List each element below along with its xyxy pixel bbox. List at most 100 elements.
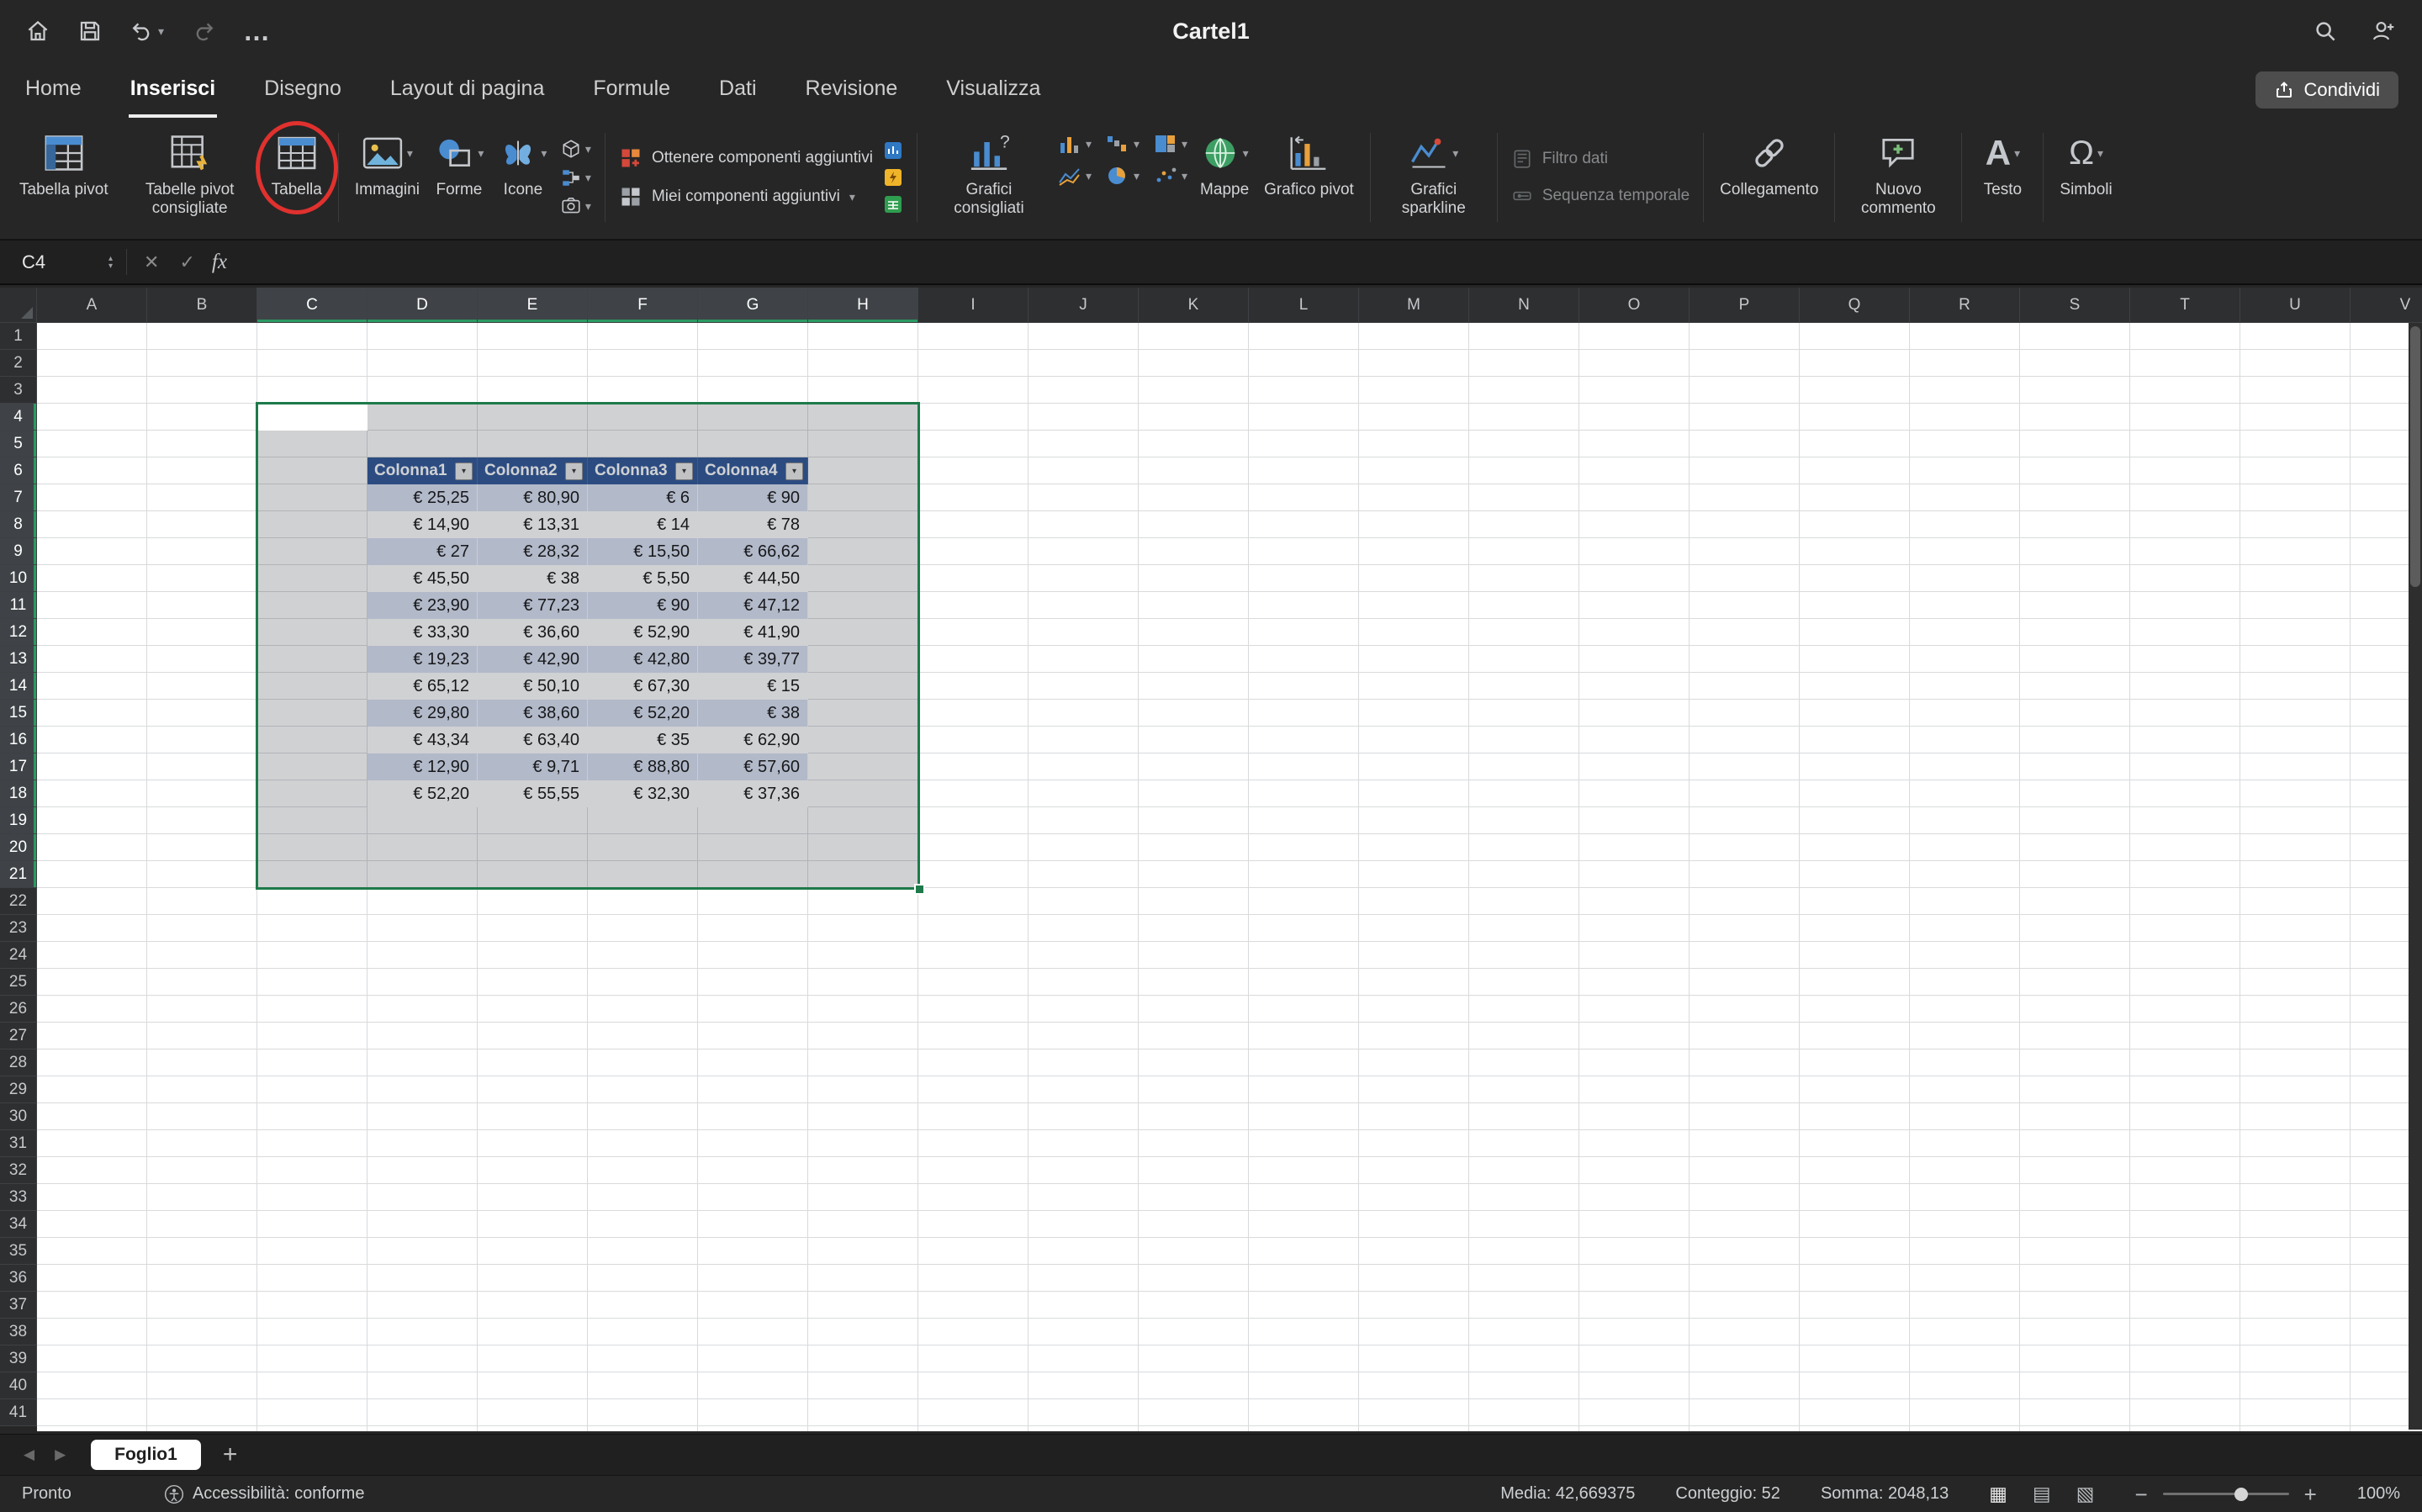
row-header-10[interactable]: 10 xyxy=(0,565,37,592)
sparklines-button[interactable]: ▾ Grafici sparkline xyxy=(1379,123,1489,220)
addin-yellow-icon[interactable] xyxy=(883,167,903,188)
pie-chart-button[interactable]: ▾ xyxy=(1105,165,1140,187)
row-header-24[interactable]: 24 xyxy=(0,942,37,969)
table-cell[interactable]: € 41,90 xyxy=(698,619,808,646)
next-sheet-icon[interactable]: ▶ xyxy=(55,1446,66,1463)
table-cell[interactable]: € 6 xyxy=(588,484,698,511)
row-header-23[interactable]: 23 xyxy=(0,915,37,942)
table-header-colonna1[interactable]: Colonna1▾ xyxy=(368,457,478,484)
scrollbar-thumb[interactable] xyxy=(2410,326,2420,587)
table-cell[interactable]: € 88,80 xyxy=(588,753,698,780)
zoom-slider[interactable] xyxy=(2163,1493,2289,1495)
table-cell[interactable]: € 25,25 xyxy=(368,484,478,511)
column-header-K[interactable]: K xyxy=(1139,288,1249,322)
row-header-20[interactable]: 20 xyxy=(0,834,37,861)
link-button[interactable]: Collegamento xyxy=(1712,123,1826,203)
vertical-scrollbar[interactable] xyxy=(2409,323,2422,1430)
table-cell[interactable]: € 67,30 xyxy=(588,673,698,700)
column-chart-button[interactable]: ▾ xyxy=(1057,133,1092,155)
zoom-percentage[interactable]: 100% xyxy=(2357,1484,2400,1504)
column-header-H[interactable]: H xyxy=(808,288,918,322)
zoom-out-icon[interactable]: − xyxy=(2134,1483,2147,1505)
formula-input[interactable] xyxy=(241,247,2410,278)
table-cell[interactable]: € 9,71 xyxy=(478,753,588,780)
row-header-27[interactable]: 27 xyxy=(0,1023,37,1049)
table-cell[interactable]: € 44,50 xyxy=(698,565,808,592)
smartart-button[interactable]: ▾ xyxy=(560,167,591,188)
column-header-R[interactable]: R xyxy=(1910,288,2020,322)
page-layout-view-icon[interactable]: ▤ xyxy=(2033,1483,2051,1505)
get-addins-button[interactable]: Ottenere componenti aggiuntivi xyxy=(619,146,873,170)
table-cell[interactable]: € 52,20 xyxy=(368,780,478,807)
row-header-8[interactable]: 8 xyxy=(0,511,37,538)
tab-visualizza[interactable]: Visualizza xyxy=(944,62,1042,118)
filter-dropdown-icon[interactable]: ▾ xyxy=(675,463,693,480)
column-header-E[interactable]: E xyxy=(478,288,588,322)
zoom-slider-knob[interactable] xyxy=(2234,1488,2248,1501)
save-icon[interactable] xyxy=(77,19,103,44)
column-header-S[interactable]: S xyxy=(2020,288,2130,322)
screenshot-button[interactable]: ▾ xyxy=(560,195,591,217)
pivot-table-button[interactable]: Tabella pivot xyxy=(12,123,116,203)
row-header-29[interactable]: 29 xyxy=(0,1076,37,1103)
table-cell[interactable]: € 50,10 xyxy=(478,673,588,700)
recommended-charts-button[interactable]: ? Grafici consigliati xyxy=(926,123,1052,220)
row-header-6[interactable]: 6 xyxy=(0,457,37,484)
row-header-36[interactable]: 36 xyxy=(0,1265,37,1292)
name-box[interactable]: C4 ▴▾ xyxy=(12,241,119,283)
table-cell[interactable]: € 15,50 xyxy=(588,538,698,565)
row-header-13[interactable]: 13 xyxy=(0,646,37,673)
home-icon[interactable] xyxy=(25,19,50,44)
column-header-M[interactable]: M xyxy=(1359,288,1469,322)
row-header-18[interactable]: 18 xyxy=(0,780,37,807)
table-cell[interactable]: € 35 xyxy=(588,727,698,753)
table-cell[interactable]: € 38 xyxy=(698,700,808,727)
table-header-colonna2[interactable]: Colonna2▾ xyxy=(478,457,588,484)
table-cell[interactable]: € 29,80 xyxy=(368,700,478,727)
column-header-G[interactable]: G xyxy=(698,288,808,322)
column-header-I[interactable]: I xyxy=(918,288,1029,322)
active-cell-C4[interactable] xyxy=(257,404,368,431)
row-header-17[interactable]: 17 xyxy=(0,753,37,780)
select-all-corner[interactable] xyxy=(0,288,37,323)
accessibility-status[interactable]: Accessibilità: conforme xyxy=(164,1484,365,1504)
row-header-16[interactable]: 16 xyxy=(0,727,37,753)
column-header-J[interactable]: J xyxy=(1029,288,1139,322)
table-cell[interactable]: € 43,34 xyxy=(368,727,478,753)
column-header-F[interactable]: F xyxy=(588,288,698,322)
row-header-32[interactable]: 32 xyxy=(0,1157,37,1184)
text-button[interactable]: A ▾ Testo xyxy=(1970,123,2034,203)
table-cell[interactable]: € 14 xyxy=(588,511,698,538)
row-header-3[interactable]: 3 xyxy=(0,377,37,404)
table-cell[interactable]: € 77,23 xyxy=(478,592,588,619)
row-header-2[interactable]: 2 xyxy=(0,350,37,377)
table-button[interactable]: Tabella xyxy=(264,123,330,203)
table-cell[interactable]: € 27 xyxy=(368,538,478,565)
filter-dropdown-icon[interactable]: ▾ xyxy=(565,463,583,480)
row-header-31[interactable]: 31 xyxy=(0,1130,37,1157)
column-header-A[interactable]: A xyxy=(37,288,147,322)
more-commands-icon[interactable]: … xyxy=(243,23,270,40)
shapes-button[interactable]: ▾ Forme xyxy=(427,123,491,203)
undo-dropdown-icon[interactable]: ▾ xyxy=(158,24,164,39)
my-addins-button[interactable]: Miei componenti aggiuntivi ▾ xyxy=(619,185,873,209)
undo-icon[interactable]: ▾ xyxy=(130,19,164,44)
table-cell[interactable]: € 36,60 xyxy=(478,619,588,646)
column-header-T[interactable]: T xyxy=(2130,288,2240,322)
share-button[interactable]: Condividi xyxy=(2255,71,2399,108)
table-cell[interactable]: € 12,90 xyxy=(368,753,478,780)
prev-sheet-icon[interactable]: ◀ xyxy=(24,1446,34,1463)
recommended-pivot-tables-button[interactable]: Tabelle pivot consigliate xyxy=(116,123,264,220)
table-cell[interactable]: € 14,90 xyxy=(368,511,478,538)
share-user-icon[interactable] xyxy=(2370,18,2397,45)
table-cell[interactable]: € 52,90 xyxy=(588,619,698,646)
table-cell[interactable]: € 90 xyxy=(698,484,808,511)
table-header-colonna4[interactable]: Colonna4▾ xyxy=(698,457,808,484)
waterfall-chart-button[interactable]: ▾ xyxy=(1105,133,1140,155)
normal-view-icon[interactable]: ▦ xyxy=(1989,1483,2007,1505)
table-cell[interactable]: € 42,80 xyxy=(588,646,698,673)
row-header-30[interactable]: 30 xyxy=(0,1103,37,1130)
fill-handle[interactable] xyxy=(914,884,925,895)
column-header-D[interactable]: D xyxy=(368,288,478,322)
row-header-21[interactable]: 21 xyxy=(0,861,37,888)
